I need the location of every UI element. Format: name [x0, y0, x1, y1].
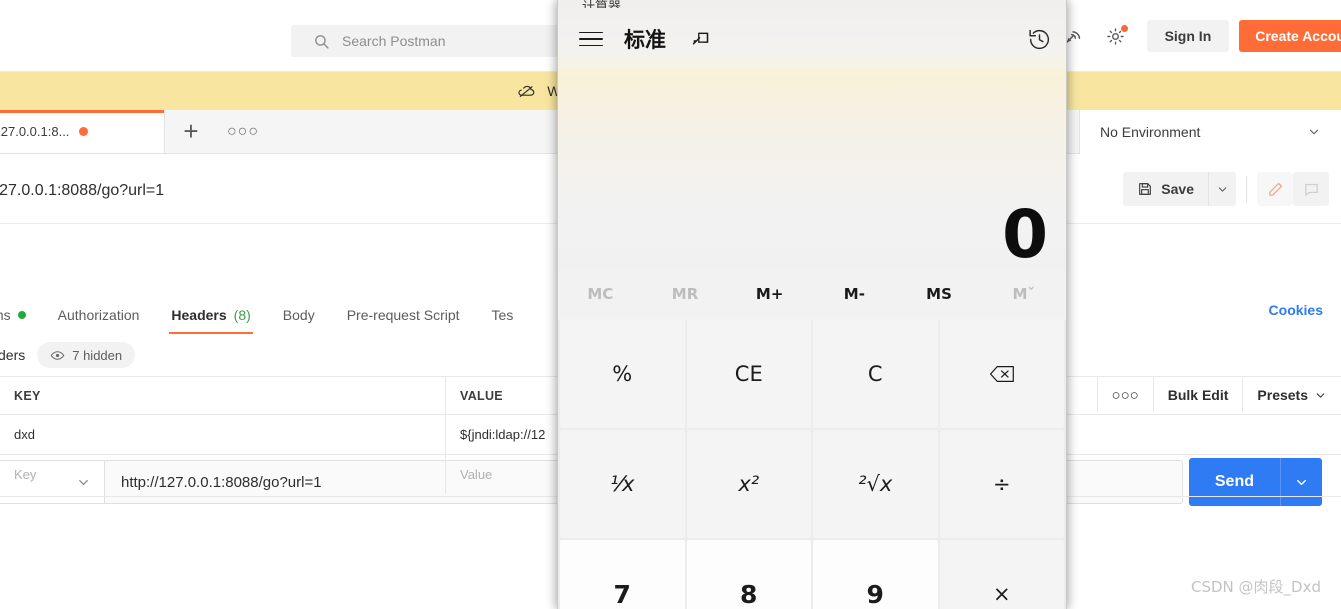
hidden-headers-badge[interactable]: 7 hidden: [37, 342, 136, 368]
square-root-button[interactable]: ²√x: [813, 430, 938, 538]
tab-headers-count: (8): [233, 307, 251, 323]
calculator-mode-label: 标准: [624, 28, 666, 52]
clear-button[interactable]: C: [813, 320, 938, 428]
watermark: CSDN @肉段_Dxd: [1191, 578, 1321, 596]
eye-icon: [50, 348, 65, 363]
tab-headers-label: Headers: [171, 307, 227, 323]
calculator-display: 0: [558, 70, 1066, 270]
tab-authorization-label: Authorization: [57, 307, 140, 323]
tab-tests-label: Tes: [491, 307, 514, 323]
environment-selector[interactable]: No Environment: [1079, 110, 1341, 154]
new-tab-button[interactable]: +: [165, 110, 217, 153]
hamburger-icon[interactable]: [574, 22, 608, 56]
floppy-disk-icon: [1137, 181, 1153, 197]
unsaved-indicator-dot: [79, 127, 89, 136]
save-label: Save: [1161, 181, 1194, 197]
tab-label: http://127.0.0.1:8...: [0, 124, 70, 139]
square-button[interactable]: x²: [686, 430, 811, 538]
clear-entry-button[interactable]: CE: [686, 320, 811, 428]
tab-headers[interactable]: Headers (8): [155, 296, 266, 334]
memory-store-button[interactable]: MS: [897, 270, 982, 318]
keep-on-top-icon[interactable]: [690, 29, 711, 50]
reciprocal-button[interactable]: ¹⁄x: [560, 430, 685, 538]
environment-label: No Environment: [1100, 124, 1201, 140]
multiply-button[interactable]: ×: [939, 540, 1064, 609]
cloud-off-icon: [517, 81, 537, 101]
screen-root: Search Postman Sign In Create Accou 27.0…: [0, 0, 1341, 609]
save-actions: Save: [1123, 172, 1329, 206]
calculator-window: 计算器 标准 0 MC MR M+ M- MS Mˇ % CE C ¹⁄x x²…: [557, 0, 1067, 609]
calculator-result-value: 0: [1002, 196, 1048, 273]
tab-tests[interactable]: Tes: [476, 296, 530, 334]
hidden-headers-label: 7 hidden: [72, 347, 123, 363]
save-options-button[interactable]: [1208, 172, 1236, 206]
memory-add-button[interactable]: M+: [727, 270, 812, 318]
memory-subtract-button[interactable]: M-: [812, 270, 897, 318]
percent-button[interactable]: %: [560, 320, 685, 428]
sign-in-button[interactable]: Sign In: [1146, 20, 1230, 52]
comment-button[interactable]: [1293, 172, 1329, 206]
divide-button[interactable]: ÷: [939, 430, 1064, 538]
headers-subtitle: ders: [0, 347, 26, 363]
calculator-toolbar: 标准: [558, 8, 1066, 70]
create-account-button[interactable]: Create Accou: [1239, 20, 1341, 52]
search-placeholder: Search Postman: [342, 33, 446, 49]
header-right-actions: Sign In Create Accou: [1053, 0, 1341, 72]
column-header-key: KEY: [0, 377, 446, 414]
calculator-memory-row: MC MR M+ M- MS Mˇ: [558, 270, 1066, 318]
save-button[interactable]: Save: [1123, 172, 1208, 206]
calculator-window-title: 计算器: [582, 0, 622, 8]
notification-dot: [1119, 24, 1129, 33]
tab-options-button[interactable]: ○○○: [217, 110, 269, 153]
digit-9-button[interactable]: 9: [813, 540, 938, 609]
search-icon: [313, 33, 330, 50]
request-title[interactable]: p://127.0.0.1:8088/go?url=1: [0, 182, 164, 200]
divider: [1246, 176, 1247, 202]
gear-icon[interactable]: [1095, 15, 1137, 57]
placeholder-key-cell[interactable]: Key: [0, 455, 446, 494]
tab-body-label: Body: [282, 307, 315, 323]
tab-pre-request-script-label: Pre-request Script: [346, 307, 460, 323]
memory-clear-button[interactable]: MC: [558, 270, 643, 318]
tab-authorization[interactable]: Authorization: [42, 296, 156, 334]
tab-pre-request-script[interactable]: Pre-request Script: [331, 296, 476, 334]
digit-8-button[interactable]: 8: [686, 540, 811, 609]
cookies-link[interactable]: Cookies: [1269, 302, 1323, 318]
edit-description-button[interactable]: [1257, 172, 1293, 206]
calculator-keypad: % CE C ¹⁄x x² ²√x ÷ 7 8 9 ×: [558, 320, 1066, 609]
chevron-down-icon: [1307, 125, 1321, 139]
memory-list-button[interactable]: Mˇ: [981, 270, 1066, 318]
comment-icon: [1303, 181, 1320, 198]
calculator-titlebar: 计算器: [558, 0, 1066, 8]
request-tab-item[interactable]: http://127.0.0.1:8...: [0, 110, 165, 153]
memory-recall-button[interactable]: MR: [643, 270, 728, 318]
tab-body[interactable]: Body: [267, 296, 331, 334]
digit-7-button[interactable]: 7: [560, 540, 685, 609]
params-active-dot: [17, 311, 26, 319]
tab-params[interactable]: ms: [0, 296, 42, 334]
row-key-cell[interactable]: dxd: [0, 415, 446, 454]
backspace-button[interactable]: [939, 320, 1064, 428]
pencil-icon: [1267, 181, 1284, 198]
history-icon[interactable]: [1027, 27, 1052, 52]
tab-params-label: ms: [0, 307, 11, 323]
